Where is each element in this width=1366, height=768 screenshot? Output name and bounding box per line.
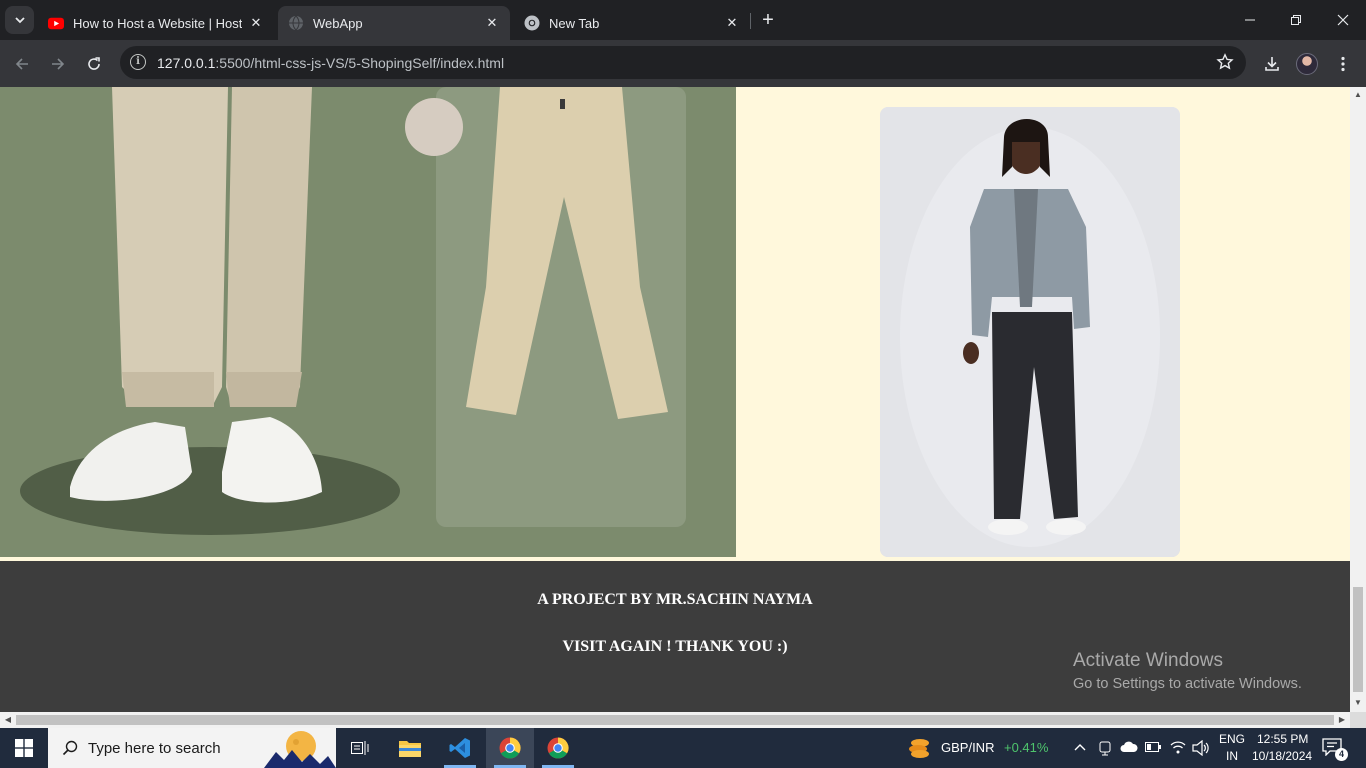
tab-title: WebApp [313,15,363,31]
chrome-icon [547,737,569,759]
site-info-icon[interactable]: i [130,54,146,70]
windows-logo-icon [15,739,33,757]
search-icon [62,740,78,756]
page-viewport: A PROJECT BY MR.SACHIN NAYMA VISIT AGAIN… [0,87,1350,712]
onedrive-cloud-icon[interactable] [1120,741,1138,753]
footer-credit: A PROJECT BY MR.SACHIN NAYMA [537,591,813,608]
clock-time[interactable]: 12:55 PM [1257,732,1308,746]
menu-button[interactable] [1330,51,1356,77]
address-bar[interactable]: i 127.0.0.1:5500/html-css-js-VS/5-Shopin… [120,46,1246,79]
scroll-left-arrow-icon[interactable]: ◀ [4,716,12,724]
profile-button[interactable] [1294,51,1320,77]
vertical-scrollbar-thumb[interactable] [1353,587,1363,692]
scroll-up-arrow-icon[interactable]: ▲ [1354,91,1362,99]
vscode-button[interactable] [436,728,484,768]
man-illustration [880,107,1180,557]
vscode-icon [449,738,470,758]
pants-illustration [0,87,736,557]
file-explorer-button[interactable] [386,728,434,768]
notifications-button[interactable]: 4 [1322,738,1348,761]
tab-search-button[interactable] [5,6,34,34]
language-indicator[interactable]: ENG [1219,732,1245,746]
restore-icon [1291,15,1301,25]
forward-button[interactable] [45,51,71,77]
horizontal-scrollbar[interactable]: ◀ ▶ [0,712,1350,728]
horizontal-scrollbar-thumb[interactable] [16,715,1334,725]
start-button[interactable] [0,728,48,768]
reload-button[interactable] [81,51,107,77]
globe-icon [288,15,304,31]
tab-webapp[interactable]: WebApp ✕ [278,6,510,40]
chrome-icon [524,15,540,31]
tab-title: New Tab [549,15,600,31]
chevron-up-icon[interactable] [1074,742,1086,754]
restore-button[interactable] [1273,0,1319,40]
arrow-right-icon [52,58,65,70]
download-icon [1265,57,1279,71]
currency-widget-icon[interactable] [908,737,932,759]
task-view-button[interactable] [336,728,384,768]
tab-new-tab[interactable]: New Tab ✕ [514,6,750,40]
watermark-subtitle: Go to Settings to activate Windows. [1073,676,1302,692]
avatar [1296,53,1318,75]
currency-pair[interactable]: GBP/INR [941,740,994,755]
notification-count-badge: 4 [1335,748,1348,761]
youtube-icon [48,15,64,31]
close-icon [1337,14,1349,26]
search-placeholder: Type here to search [88,739,221,757]
meet-now-icon[interactable] [1098,740,1112,756]
region-indicator[interactable]: IN [1226,749,1238,763]
scroll-right-arrow-icon[interactable]: ▶ [1338,716,1346,724]
vertical-scrollbar[interactable]: ▲ ▼ [1350,87,1366,712]
man-grey-jacket-image[interactable] [880,107,1180,557]
chrome-button[interactable] [534,728,582,768]
watermark-title: Activate Windows [1073,650,1223,671]
tab-youtube[interactable]: How to Host a Website | Hosting ✕ [38,6,274,40]
currency-change[interactable]: +0.41% [1004,740,1048,755]
battery-icon[interactable] [1145,742,1161,752]
task-view-icon [351,741,369,755]
reload-icon [88,57,100,70]
taskbar-search-box[interactable]: Type here to search [48,728,336,768]
window-close-button[interactable] [1320,0,1366,40]
arrow-left-icon [15,58,28,70]
tab-separator [750,13,751,29]
chevron-down-icon [14,17,25,24]
close-icon[interactable]: ✕ [248,15,264,31]
folder-icon [399,741,421,757]
clock-date[interactable]: 10/18/2024 [1252,749,1312,763]
scrollbar-corner [1350,712,1366,728]
close-icon[interactable]: ✕ [484,15,500,31]
downloads-button[interactable] [1259,51,1285,77]
new-tab-button[interactable]: + [758,10,778,31]
chrome-button-active[interactable] [486,728,534,768]
minimize-icon [1245,19,1255,21]
bookmark-star-icon[interactable] [1216,53,1234,71]
search-highlight-icon [256,728,336,768]
url-host: 127.0.0.1 [157,55,216,71]
url-text[interactable]: 127.0.0.1:5500/html-css-js-VS/5-ShopingS… [157,55,504,71]
url-path: :5500/html-css-js-VS/5-ShopingSelf/index… [215,55,505,71]
activate-windows-watermark: Activate Windows Go to Settings to activ… [1073,649,1302,695]
browser-toolbar: i 127.0.0.1:5500/html-css-js-VS/5-Shopin… [0,40,1366,87]
tab-title: How to Host a Website | Hosting [73,15,242,31]
minimize-button[interactable] [1227,0,1273,40]
beige-chinos-product-image[interactable] [0,87,736,557]
windows-taskbar: Type here to search GBP/INR +0.41% ENG I… [0,728,1366,768]
scroll-down-arrow-icon[interactable]: ▼ [1354,699,1362,707]
close-icon[interactable]: ✕ [724,15,740,31]
tab-strip: How to Host a Website | Hosting ✕ WebApp… [0,0,1366,40]
chrome-icon [499,737,521,759]
more-vertical-icon [1341,56,1345,72]
product-row [0,87,1350,561]
wifi-icon[interactable] [1170,740,1186,754]
back-button[interactable] [9,51,35,77]
volume-icon[interactable] [1192,740,1210,756]
